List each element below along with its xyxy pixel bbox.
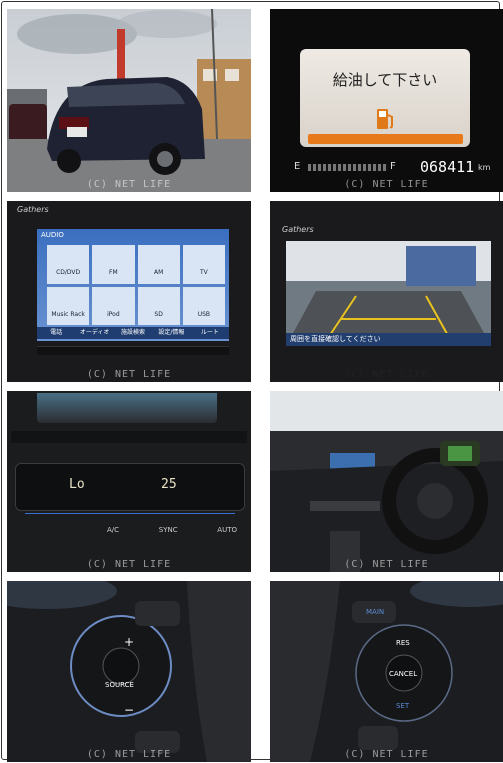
- tab-audio[interactable]: オーディオ: [75, 327, 113, 339]
- set-button[interactable]: SET: [396, 702, 409, 710]
- fuel-gauge-bar: [308, 164, 388, 171]
- fuel-message: 給油して下さい: [332, 71, 438, 89]
- car-exterior-image: [7, 9, 251, 192]
- tab-search[interactable]: 施設検索: [114, 327, 152, 339]
- camera-view: [286, 241, 491, 346]
- steering-left-image: [7, 581, 251, 762]
- climate-buttons: A/C SYNC AUTO: [107, 526, 237, 534]
- audio-source-tile[interactable]: CD/DVD: [47, 245, 90, 284]
- watermark: (C) NET LIFE: [86, 369, 172, 380]
- cancel-button[interactable]: CANCEL: [389, 670, 417, 678]
- photo-climate-control: Lo 25 A/C SYNC AUTO (C) NET LIFE: [7, 391, 251, 572]
- audio-source-grid: CD/DVD FM AM TV Music Rack iPod SD USB: [47, 245, 225, 325]
- left-temp: Lo: [69, 477, 85, 492]
- steering-plus-label[interactable]: +: [124, 635, 134, 649]
- watermark: (C) NET LIFE: [86, 559, 172, 570]
- audio-header: AUDIO: [41, 231, 64, 239]
- right-temp: 25: [161, 477, 177, 492]
- odometer: 068411: [420, 158, 475, 176]
- ac-button[interactable]: A/C: [107, 526, 119, 534]
- sync-button[interactable]: SYNC: [159, 526, 178, 534]
- source-button[interactable]: SOURCE: [105, 681, 134, 689]
- photo-audio-menu: Gathers AUDIO CD/DVD FM AM TV Music Rack…: [7, 201, 251, 382]
- steering-right-image: [270, 581, 503, 762]
- watermark: (C) NET LIFE: [344, 179, 429, 190]
- photo-fuel-warning: 給油して下さい E F 068411 km (C) NET LIFE: [270, 9, 503, 192]
- audio-source-tile[interactable]: Music Rack: [47, 286, 90, 325]
- photo-rear-camera: Gathers 周囲を直接確認してください (C) NET LIFE: [270, 201, 503, 382]
- auto-button[interactable]: AUTO: [217, 526, 237, 534]
- res-button[interactable]: RES: [396, 639, 410, 647]
- tab-route[interactable]: ルート: [191, 327, 229, 339]
- photo-dashboard-interior: (C) NET LIFE: [270, 391, 503, 572]
- photo-car-exterior: (C) NET LIFE: [7, 9, 251, 192]
- audio-source-tile[interactable]: AM: [137, 245, 180, 284]
- audio-source-tile[interactable]: SD: [137, 286, 180, 325]
- audio-bottom-tabs: 電話 オーディオ 施設検索 設定/情報 ルート: [37, 327, 229, 339]
- tab-settings[interactable]: 設定/情報: [152, 327, 190, 339]
- fuel-gauge-full: F: [390, 161, 396, 172]
- watermark: (C) NET LIFE: [344, 369, 429, 380]
- climate-panel: [15, 463, 245, 511]
- odometer-unit: km: [478, 163, 491, 172]
- camera-warning: 周囲を直接確認してください: [290, 335, 381, 343]
- steering-minus[interactable]: −: [124, 703, 134, 717]
- audio-source-tile[interactable]: USB: [182, 286, 225, 325]
- main-button[interactable]: MAIN: [366, 608, 384, 616]
- nav-brand: Gathers: [282, 225, 314, 234]
- audio-source-tile[interactable]: iPod: [92, 286, 135, 325]
- tab-phone[interactable]: 電話: [37, 327, 75, 339]
- photo-steering-right: MAIN RES CANCEL SET (C) NET LIFE: [270, 581, 503, 762]
- audio-source-tile[interactable]: TV: [182, 245, 225, 284]
- fuel-gauge-empty: E: [294, 161, 301, 172]
- nav-brand: Gathers: [17, 205, 49, 214]
- fuel-pump-icon: [375, 107, 395, 131]
- photo-steering-left: + SOURCE − (C) NET LIFE: [7, 581, 251, 762]
- audio-source-tile[interactable]: FM: [92, 245, 135, 284]
- dashboard-image: [270, 391, 503, 572]
